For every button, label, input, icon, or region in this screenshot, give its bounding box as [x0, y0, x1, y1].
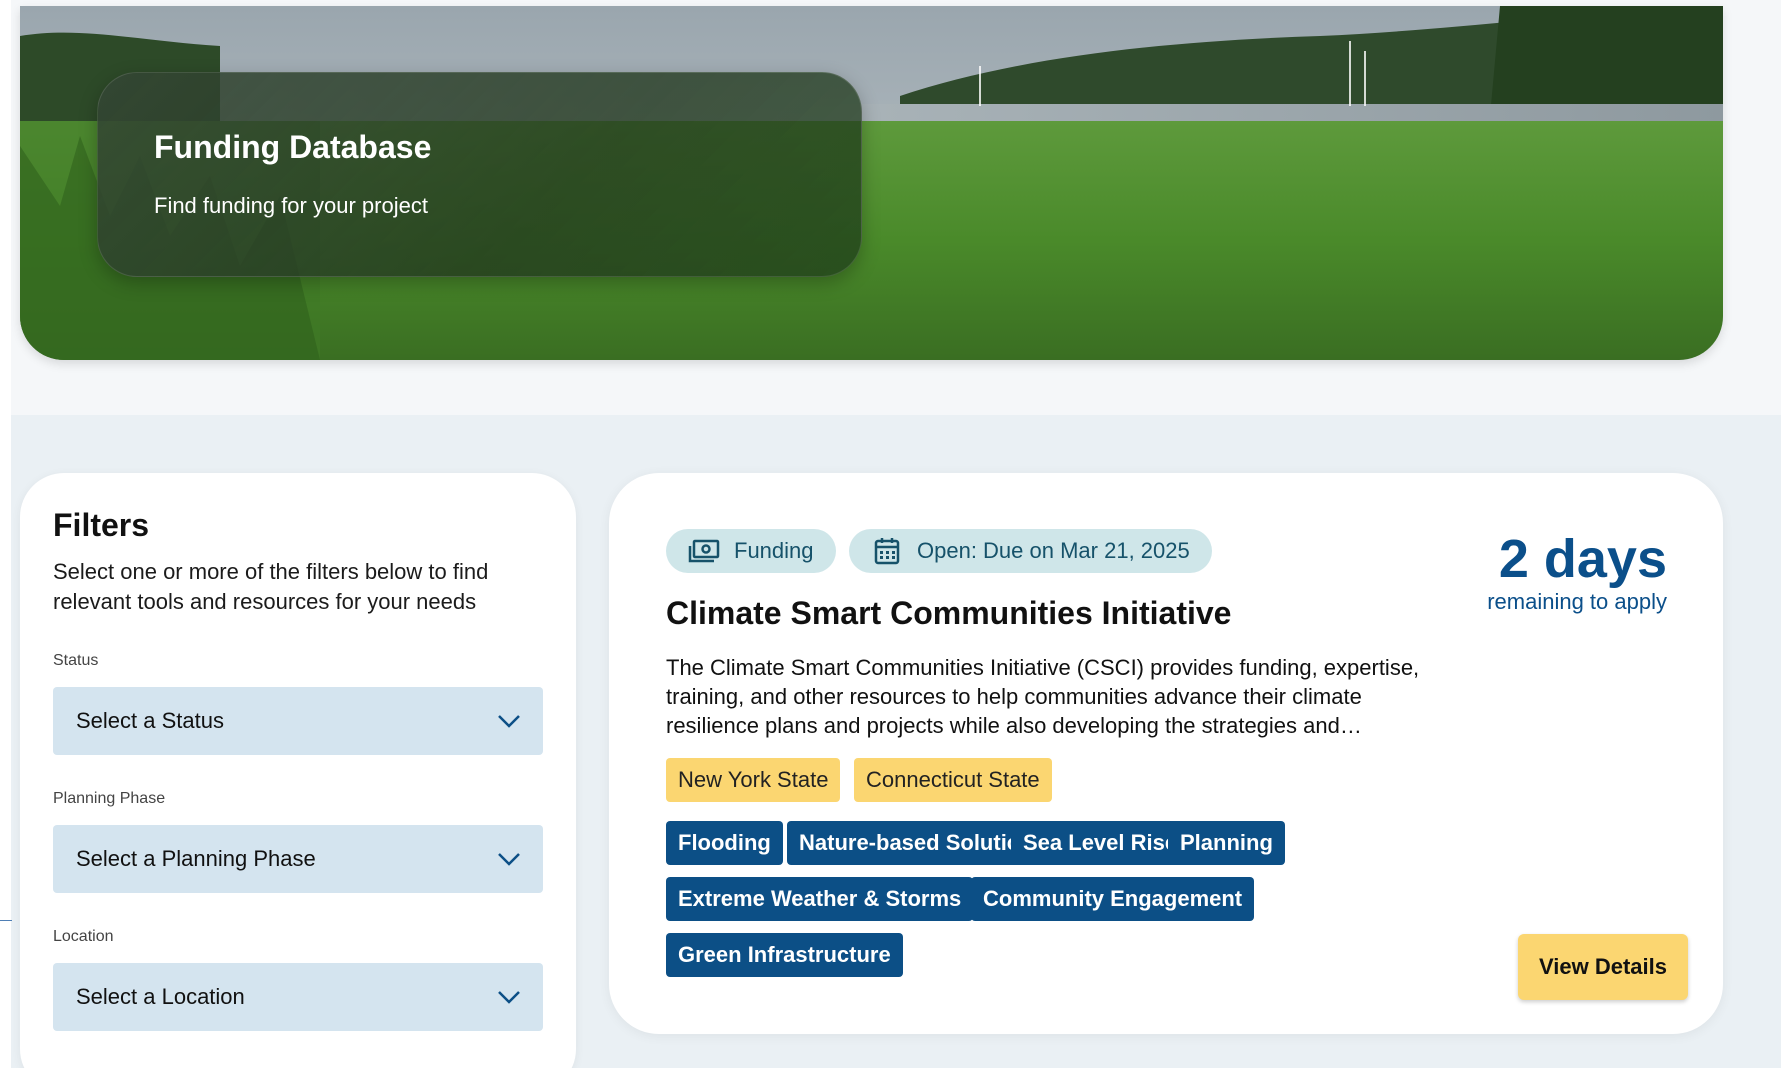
topic-tag: Sea Level Rise [1011, 821, 1190, 865]
location-filter-label: Location [53, 928, 114, 945]
chevron-down-icon [498, 991, 520, 1004]
location-tag: Connecticut State [854, 758, 1052, 802]
location-tag: New York State [666, 758, 841, 802]
location-select-value: Select a Location [76, 984, 245, 1009]
funding-type-label: Funding [734, 538, 814, 563]
topic-tag: Green Infrastructure [666, 933, 903, 977]
filters-title: Filters [53, 507, 150, 543]
topic-tag: Planning [1168, 821, 1285, 865]
card-title[interactable]: Climate Smart Communities Initiative [666, 595, 1231, 632]
chevron-down-icon [498, 853, 520, 866]
funding-type-pill: Funding [666, 529, 836, 573]
page-subtitle: Find funding for your project [154, 193, 428, 218]
filters-description: Select one or more of the filters below … [53, 559, 489, 614]
status-pill: Open: Due on Mar 21, 2025 [849, 529, 1212, 573]
location-select[interactable]: Select a Location [53, 963, 543, 1031]
filters-panel: Filters Select one or more of the filter… [20, 473, 576, 1068]
topic-tag: Extreme Weather & Storms [666, 877, 974, 921]
days-remaining-caption: remaining to apply [1487, 589, 1667, 614]
planning-phase-filter-label: Planning Phase [53, 790, 166, 807]
hero-banner: Funding Database Find funding for your p… [20, 6, 1723, 360]
days-remaining-count: 2 days [1498, 529, 1667, 589]
days-remaining: 2 days remaining to apply [1487, 529, 1667, 615]
planning-phase-select-value: Select a Planning Phase [76, 846, 316, 871]
divider-line [0, 920, 12, 921]
page-title: Funding Database [154, 129, 432, 165]
topic-tag: Flooding [666, 821, 783, 865]
funding-card: Funding Open: Due on Mar 21, 2025 Climat… [609, 473, 1723, 1034]
view-details-button[interactable]: View Details [1518, 934, 1688, 1000]
topic-tag: Community Engagement [971, 877, 1255, 921]
planning-phase-select[interactable]: Select a Planning Phase [53, 825, 543, 893]
card-description: The Climate Smart Communities Initiative… [666, 655, 1420, 738]
status-select-value: Select a Status [76, 708, 224, 733]
chevron-down-icon [498, 715, 520, 728]
hero-title-card: Funding Database Find funding for your p… [97, 72, 862, 277]
calendar-icon [874, 538, 900, 565]
status-pill-label: Open: Due on Mar 21, 2025 [917, 538, 1190, 563]
money-icon [688, 539, 720, 563]
status-filter-label: Status [53, 652, 99, 669]
status-select[interactable]: Select a Status [53, 687, 543, 755]
